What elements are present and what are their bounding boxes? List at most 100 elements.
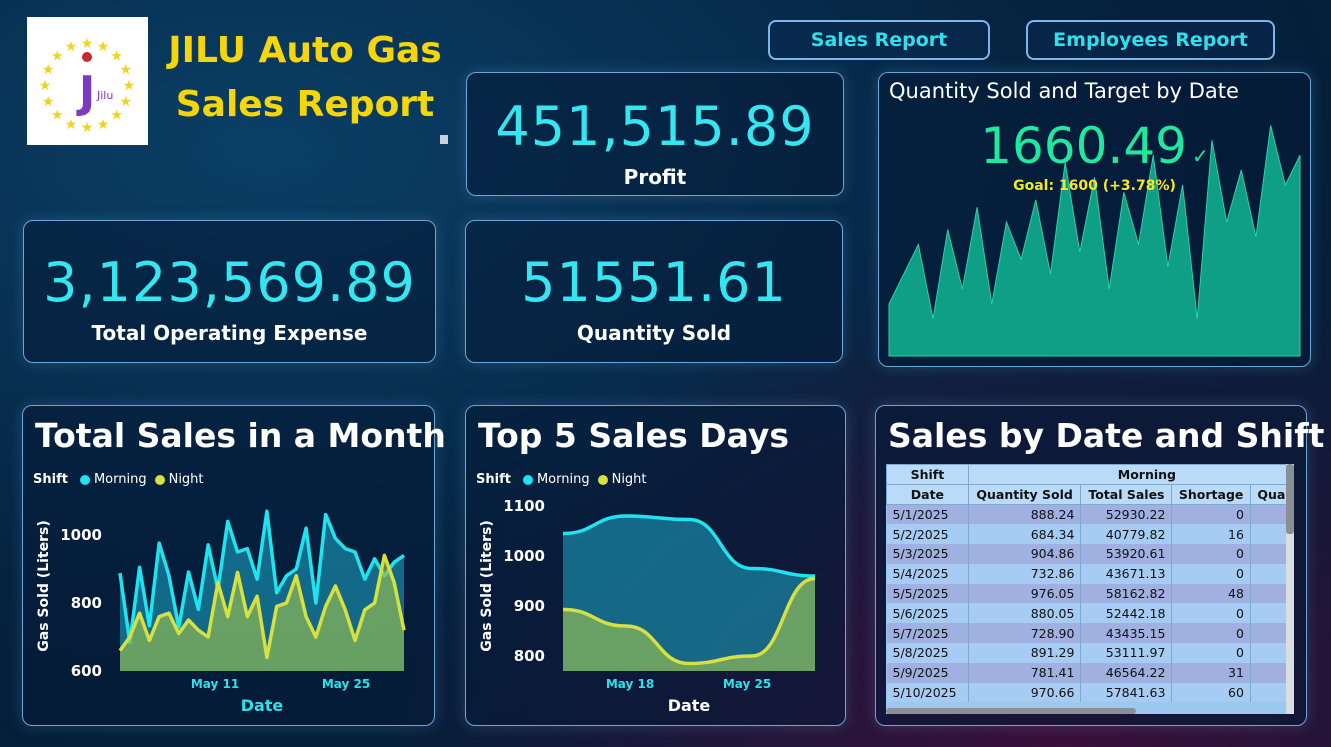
table-cell: 684.34 (968, 524, 1082, 545)
y-tick-label: 900 (514, 597, 545, 615)
table-cell: 0 (1171, 643, 1251, 663)
table-row[interactable]: 5/10/2025970.6657841.63607 (886, 682, 1286, 703)
table-cell: 7 (1250, 643, 1286, 663)
logo-text: Jilu (96, 89, 113, 102)
star-icon: ★ (65, 117, 78, 133)
star-icon: ★ (120, 62, 133, 78)
table-cell: 8 (1250, 603, 1286, 624)
star-icon: ★ (97, 39, 110, 55)
quantity-sold-card: 51551.61 Quantity Sold (465, 220, 843, 363)
star-icon: ★ (81, 36, 94, 52)
column-header-shortage[interactable]: Shortage (1171, 484, 1251, 505)
table-cell: 58162.82 (1080, 583, 1173, 604)
table-cell: 6 (1250, 583, 1286, 604)
profit-value: 451,515.89 (495, 95, 815, 158)
table-cell: 728.90 (968, 623, 1082, 644)
company-logo: ★ ★ ★ ★ ★ ★ ★ ★ ★ ★ ★ ★ ★ ★ ★ ★ J Jilu (27, 17, 148, 145)
column-header-total-sales[interactable]: Total Sales (1080, 484, 1173, 505)
table-row[interactable]: 5/9/2025781.4146564.22317 (886, 662, 1286, 683)
table-cell: 732.86 (968, 563, 1082, 584)
check-icon: ✓ (1192, 144, 1209, 168)
target-value: 1660.49 (980, 117, 1187, 175)
title-marker (440, 135, 448, 144)
y-tick-label: 1000 (60, 526, 102, 544)
table-cell: 48 (1171, 583, 1251, 604)
table-row[interactable]: 5/8/2025891.2953111.9707 (886, 643, 1286, 663)
y-tick-label: 800 (514, 647, 545, 665)
sales-table-title: Sales by Date and Shift (888, 416, 1325, 455)
table-cell: 5/10/2025 (886, 682, 969, 703)
star-icon: ★ (42, 94, 55, 110)
star-icon: ★ (51, 108, 64, 124)
profit-card: 451,515.89 Profit (466, 72, 844, 196)
table-row[interactable]: 5/5/2025976.0558162.82486 (886, 583, 1286, 604)
table-row[interactable]: 5/7/2025728.9043435.1507 (886, 623, 1286, 644)
table-cell: 16 (1171, 524, 1251, 545)
table-cell: 52442.18 (1080, 603, 1173, 624)
column-header-quantity-sold[interactable]: Quantity Sold (967, 484, 1082, 505)
target-goal: Goal: 1600 (+3.78%) (1013, 178, 1176, 194)
star-icon: ★ (123, 78, 136, 94)
y-tick-label: 600 (71, 662, 102, 680)
x-tick-label: May 11 (191, 677, 239, 691)
table-cell: 5/8/2025 (886, 643, 969, 663)
table-cell: 53111.97 (1080, 643, 1173, 663)
sales-table: Shift Morning Date Quantity Sold Total S… (886, 464, 1286, 703)
quantity-sold-label: Quantity Sold (576, 321, 732, 345)
target-card: Quantity Sold and Target by Date 1660.49… (878, 72, 1311, 367)
table-scrollbar-thumb[interactable] (1286, 464, 1294, 534)
table-row[interactable]: 5/6/2025880.0552442.1808 (886, 603, 1286, 624)
table-row[interactable]: 5/3/2025904.8653920.6107 (886, 544, 1286, 564)
employees-report-button[interactable]: Employees Report (1026, 20, 1275, 60)
target-kpi: 1660.49 ✓ (879, 117, 1310, 175)
table-row[interactable]: 5/1/2025888.2452930.2206 (886, 504, 1286, 525)
quantity-sold-value: 51551.61 (521, 251, 787, 314)
star-icon: ★ (81, 120, 94, 136)
table-cell: 0 (1171, 544, 1251, 564)
y-axis-label: Gas Sold (Liters) (36, 520, 52, 651)
y-axis-label: Gas Sold (Liters) (479, 520, 495, 651)
star-icon: ★ (110, 108, 123, 124)
monthly-sales-card: Total Sales in a Month Shift Morning Nig… (22, 405, 446, 726)
x-tick-label: May 25 (723, 677, 771, 691)
table-group-shift: Shift (886, 464, 969, 485)
page-title: JILU Auto Gas Sales Report (160, 24, 450, 132)
table-row[interactable]: 5/2/2025684.3440779.82167 (886, 524, 1286, 545)
x-tick-label: May 18 (606, 677, 654, 691)
top5-chart: 800 900 1000 1100 May 18 May 25 Date Gas Sold (… (479, 497, 816, 715)
table-cell: 7 (1250, 524, 1286, 545)
page-title-line2: Sales Report (175, 84, 435, 125)
table-cell: 0 (1171, 504, 1251, 525)
sales-table-card: Sales by Date and Shift Shift Morning Da… (875, 405, 1324, 726)
table-cell: 6 (1250, 504, 1286, 525)
profit-label: Profit (623, 165, 687, 189)
table-cell: 5/1/2025 (886, 504, 969, 525)
table-scrollbar-vertical[interactable] (1286, 464, 1294, 714)
table-cell: 7 (1250, 682, 1286, 703)
column-header-date[interactable]: Date (886, 484, 969, 505)
star-icon: ★ (39, 78, 52, 94)
table-cell: 52930.22 (1080, 504, 1173, 525)
table-cell: 5/3/2025 (886, 544, 969, 564)
star-icon: ★ (65, 39, 78, 55)
y-tick-label: 1100 (503, 497, 545, 515)
table-row[interactable]: 5/4/2025732.8643671.1307 (886, 563, 1286, 584)
table-cell: 891.29 (968, 643, 1082, 663)
table-cell: 5/5/2025 (886, 583, 969, 604)
table-scrollbar-horizontal[interactable] (886, 708, 1136, 714)
sales-table-container[interactable]: Shift Morning Date Quantity Sold Total S… (886, 464, 1286, 714)
table-cell: 53920.61 (1080, 544, 1173, 564)
monthly-sales-chart: 600 800 1000 May 11 May 25 Date Gas Sold (Lite… (36, 509, 406, 715)
table-cell: 0 (1171, 603, 1251, 624)
column-header-quantity[interactable]: Quantity (1249, 484, 1286, 505)
y-tick-label: 800 (71, 594, 102, 612)
table-cell: 888.24 (968, 504, 1082, 525)
page-title-line1: JILU Auto Gas (168, 30, 442, 71)
table-cell: 60 (1171, 682, 1251, 703)
table-cell: 5/4/2025 (886, 563, 969, 584)
table-cell: 5/9/2025 (886, 662, 969, 683)
table-cell: 904.86 (968, 544, 1082, 564)
star-icon: ★ (97, 117, 110, 133)
star-icon: ★ (42, 62, 55, 78)
sales-report-button[interactable]: Sales Report (768, 20, 990, 60)
